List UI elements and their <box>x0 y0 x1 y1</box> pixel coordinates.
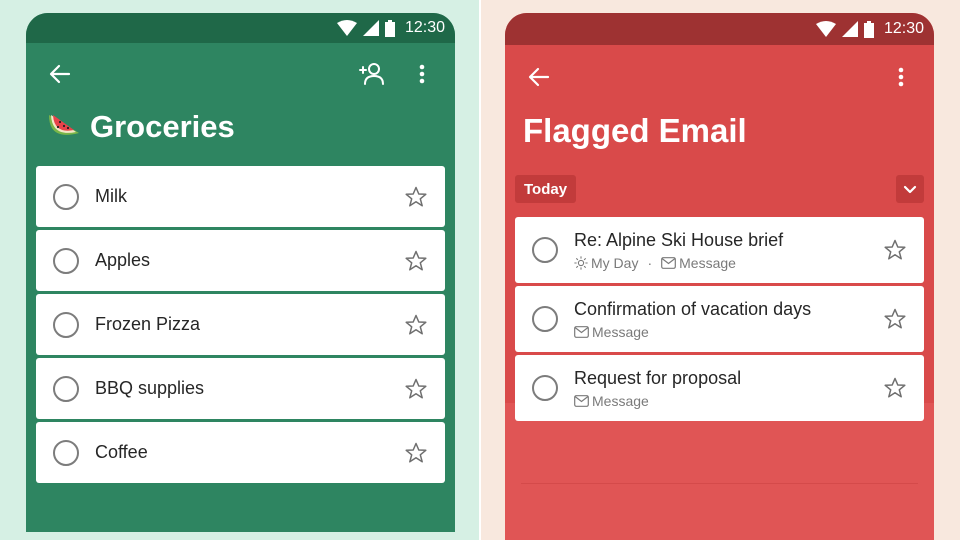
task-metadata: Message <box>574 324 864 340</box>
complete-checkbox[interactable] <box>53 247 79 274</box>
status-bar: 12:30 <box>26 13 455 43</box>
meta-separator: · <box>647 254 653 271</box>
app-bar <box>505 58 934 98</box>
complete-checkbox[interactable] <box>53 439 79 466</box>
task-title: Confirmation of vacation days <box>574 298 812 319</box>
complete-checkbox[interactable] <box>532 375 558 401</box>
star-icon[interactable] <box>404 249 428 273</box>
mail-icon <box>574 325 589 338</box>
list-title: Groceries <box>46 109 235 145</box>
task-title: Re: Alpine Ski House brief <box>574 229 784 250</box>
back-button[interactable] <box>523 61 555 93</box>
task-item[interactable]: Request for proposal Message <box>515 355 924 421</box>
collapse-section-button[interactable] <box>896 175 924 203</box>
status-bar: 12:30 <box>505 13 934 45</box>
complete-checkbox[interactable] <box>53 311 79 338</box>
source-label: Message <box>592 392 649 409</box>
task-title: Apples <box>95 250 151 270</box>
wifi-icon <box>815 21 836 37</box>
star-icon[interactable] <box>404 185 428 209</box>
star-icon[interactable] <box>883 307 907 331</box>
complete-checkbox[interactable] <box>532 306 558 332</box>
battery-icon <box>384 19 395 37</box>
task-list: Milk Apples Frozen Pizza BBQ supplies Co <box>36 166 445 483</box>
back-arrow-icon <box>528 67 550 87</box>
empty-area <box>505 403 934 540</box>
star-icon[interactable] <box>404 377 428 401</box>
groceries-panel: 12:30 Groceries Milk Apples Frozen Pizza… <box>0 0 479 540</box>
task-item[interactable]: Milk <box>36 166 445 227</box>
chevron-down-icon <box>903 185 917 193</box>
task-title: Frozen Pizza <box>95 314 201 334</box>
my-day-label: My Day <box>591 254 639 271</box>
complete-checkbox[interactable] <box>53 183 79 210</box>
mail-icon <box>574 394 589 407</box>
divider <box>521 483 918 484</box>
task-item[interactable]: Apples <box>36 230 445 291</box>
signal-icon <box>362 20 379 36</box>
task-title: Request for proposal <box>574 367 742 388</box>
more-options-button[interactable] <box>885 61 917 93</box>
task-item[interactable]: Coffee <box>36 422 445 483</box>
list-title-text: Flagged Email <box>523 112 747 149</box>
star-icon[interactable] <box>883 376 907 400</box>
today-section-label[interactable]: Today <box>515 175 577 203</box>
signal-icon <box>841 21 858 37</box>
source-label: Message <box>679 254 736 271</box>
groceries-phone-screen: 12:30 Groceries Milk Apples Frozen Pizza… <box>26 13 455 532</box>
back-button[interactable] <box>44 58 76 90</box>
add-person-icon <box>359 63 384 85</box>
star-icon[interactable] <box>404 441 428 465</box>
task-title: Coffee <box>95 442 148 462</box>
section-header: Today <box>515 175 924 203</box>
list-title-text: Groceries <box>90 109 235 144</box>
list-title: Flagged Email <box>523 112 747 150</box>
task-title: Milk <box>95 186 127 206</box>
source-label: Message <box>592 323 649 340</box>
share-list-button[interactable] <box>356 58 388 90</box>
task-metadata: My Day · Message <box>574 255 864 271</box>
sun-icon <box>574 255 588 270</box>
task-item[interactable]: Confirmation of vacation days Message <box>515 286 924 352</box>
more-vertical-icon <box>898 67 904 87</box>
complete-checkbox[interactable] <box>53 375 79 402</box>
star-icon[interactable] <box>883 238 907 262</box>
back-arrow-icon <box>49 64 71 84</box>
flagged-email-panel: 12:30 Flagged Email Today Re: Alpine Ski <box>481 0 960 540</box>
more-vertical-icon <box>419 64 425 84</box>
task-item[interactable]: BBQ supplies <box>36 358 445 419</box>
app-bar <box>26 55 455 95</box>
battery-icon <box>863 20 874 38</box>
status-time: 12:30 <box>883 20 924 37</box>
task-list: Re: Alpine Ski House brief My Day · Mess… <box>515 217 924 421</box>
task-item[interactable]: Re: Alpine Ski House brief My Day · Mess… <box>515 217 924 283</box>
task-title: BBQ supplies <box>95 378 205 398</box>
mail-icon <box>661 256 677 269</box>
more-options-button[interactable] <box>406 58 438 90</box>
watermelon-icon <box>49 115 79 135</box>
star-icon[interactable] <box>404 313 428 337</box>
task-metadata: Message <box>574 393 864 409</box>
complete-checkbox[interactable] <box>532 237 558 263</box>
flagged-email-phone-screen: 12:30 Flagged Email Today Re: Alpine Ski <box>505 13 934 540</box>
status-time: 12:30 <box>404 19 445 36</box>
wifi-icon <box>336 20 357 36</box>
task-item[interactable]: Frozen Pizza <box>36 294 445 355</box>
